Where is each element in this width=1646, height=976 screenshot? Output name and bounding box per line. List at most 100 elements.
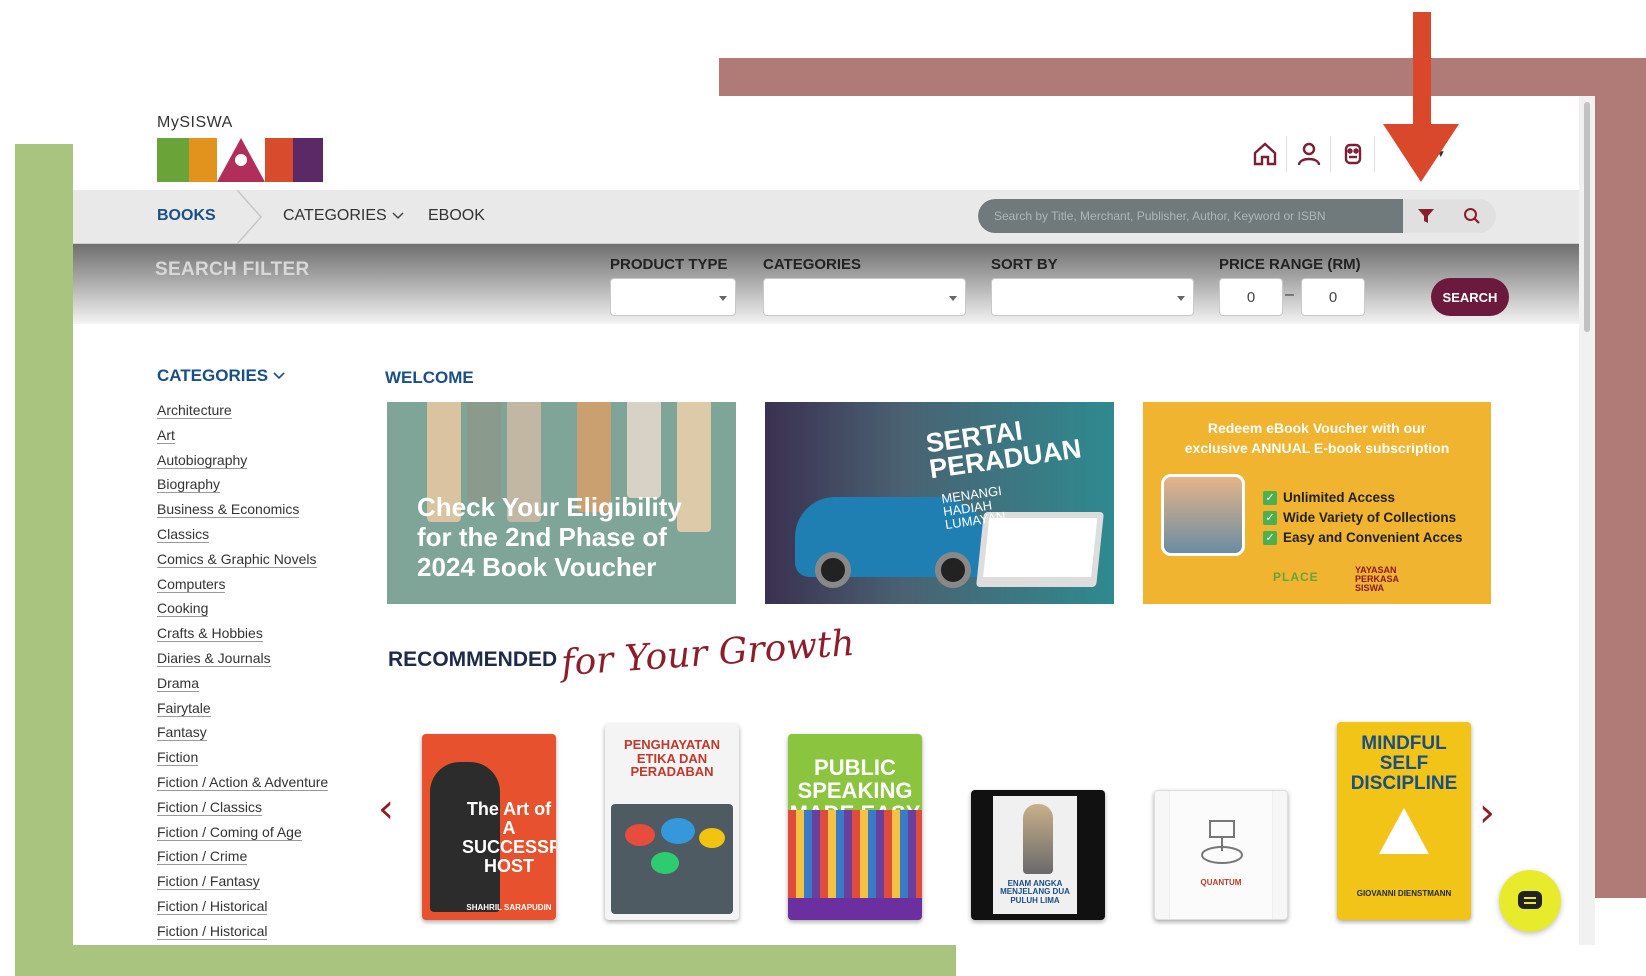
sidebar-item[interactable]: Fiction / Coming of Age: [157, 820, 357, 845]
cover-artwork: [1201, 820, 1243, 864]
nav-books[interactable]: BOOKS: [157, 207, 216, 225]
book-cover[interactable]: PENGHAYATAN ETIKA DAN PERADABAN: [605, 724, 739, 920]
reader-photo: [1161, 474, 1245, 556]
banner3-brand2c: SISWA: [1355, 583, 1385, 593]
filter-button[interactable]: [1403, 199, 1449, 233]
price-min-input[interactable]: 0: [1219, 278, 1283, 316]
book-title: MINDFUL SELF DISCIPLINE: [1350, 733, 1458, 794]
book-cover[interactable]: PUBLIC SPEAKING MADE EASY: [788, 734, 922, 920]
check-icon: ✓: [1263, 490, 1277, 505]
book-cover[interactable]: ENAM ANGKA MENJELANG DUA PULUH LIMA: [971, 790, 1105, 920]
feature-label: Unlimited Access: [1283, 490, 1396, 505]
banner3-heading: Redeem eBook Voucher with our exclusive …: [1143, 418, 1491, 458]
book-cover[interactable]: QUANTUM: [1154, 790, 1288, 920]
sidebar-item[interactable]: Comics & Graphic Novels: [157, 547, 357, 572]
sidebar-item[interactable]: Diaries & Journals: [157, 646, 357, 671]
sidebar-item[interactable]: Classics: [157, 522, 357, 547]
sidebar-item-label: Autobiography: [157, 451, 248, 469]
welcome-heading: WELCOME: [385, 368, 474, 387]
banner-peraduan[interactable]: SERTAI PERADUAN MENANGI HADIAH LUMAYAN: [765, 402, 1114, 604]
sort-by-select[interactable]: [991, 278, 1194, 316]
sidebar-item[interactable]: Architecture: [157, 398, 357, 423]
cover-triangle: [1379, 808, 1429, 854]
sidebar-item[interactable]: Drama: [157, 671, 357, 696]
sidebar-item[interactable]: Fairytale: [157, 696, 357, 721]
book-cover[interactable]: MINDFUL SELF DISCIPLINE GIOVANNI DIENSTM…: [1337, 722, 1471, 920]
banner-book-voucher[interactable]: Check Your Eligibility for the 2nd Phase…: [387, 402, 736, 604]
scrollbar-thumb[interactable]: [1584, 102, 1590, 332]
sidebar-item[interactable]: Fiction / Classics: [157, 795, 357, 820]
banner3-heading2: exclusive ANNUAL E-book subscription: [1184, 440, 1450, 456]
sidebar-heading-label: CATEGORIES: [157, 366, 269, 385]
sidebar-item[interactable]: Fiction / Historical: [157, 894, 357, 919]
book-title: ENAM ANGKA MENJELANG DUA PULUH LIMA: [1000, 879, 1070, 905]
logo-small-text: MySISWA: [157, 114, 233, 131]
sidebar-item[interactable]: Art: [157, 423, 357, 448]
banner2-title: SERTAI PERADUAN: [924, 410, 1083, 484]
chat-button[interactable]: [1499, 870, 1561, 932]
sidebar-item[interactable]: Autobiography: [157, 448, 357, 473]
sidebar-item-label: Fiction / Fantasy: [157, 873, 260, 891]
banner1-text: Check Your Eligibility for the 2nd Phase…: [417, 492, 717, 582]
user-icon[interactable]: [1287, 136, 1331, 172]
sidebar-item-label: Biography: [157, 476, 221, 494]
book-author: SHAHRIL SARAPUDIN: [466, 903, 552, 912]
chevron-down-icon: [392, 212, 404, 220]
home-icon[interactable]: [1243, 136, 1287, 172]
sidebar-item[interactable]: Fiction / Historical: [157, 919, 357, 944]
nav-categories-label: CATEGORIES: [283, 207, 387, 224]
sidebar-item-label: Business & Economics: [157, 501, 300, 519]
sidebar-item[interactable]: Crafts & Hobbies: [157, 621, 357, 646]
sidebar-item[interactable]: Business & Economics: [157, 497, 357, 522]
book-cover[interactable]: The Art of A SUCCESSFUL HOST SHAHRIL SAR…: [422, 734, 556, 920]
main-nav-bar: BOOKS CATEGORIES EBOOK: [73, 190, 1579, 244]
banner-ebook-subscription[interactable]: Redeem eBook Voucher with our exclusive …: [1143, 402, 1491, 604]
book-author: GIOVANNI DIENSTMANN: [1356, 889, 1452, 898]
feature-item: ✓ Wide Variety of Collections: [1263, 510, 1456, 525]
carousel-next-button[interactable]: ›: [1479, 790, 1495, 836]
caret-down-icon: [1177, 296, 1185, 301]
nav-ebook[interactable]: EBOOK: [428, 207, 485, 225]
categories-select[interactable]: [763, 278, 966, 316]
search-input[interactable]: [978, 199, 1403, 233]
cart-icon[interactable]: [1331, 136, 1375, 172]
product-type-label: PRODUCT TYPE: [610, 256, 728, 273]
price-max-input[interactable]: 0: [1301, 278, 1365, 316]
sidebar-item[interactable]: Fiction / Action & Adventure: [157, 770, 357, 795]
sidebar-item[interactable]: Biography: [157, 472, 357, 497]
sidebar-item-label: Fairytale: [157, 699, 211, 717]
sidebar-item[interactable]: Cooking: [157, 596, 357, 621]
sidebar-item-label: Fiction / Historical: [157, 922, 268, 940]
sidebar-heading[interactable]: CATEGORIES: [157, 366, 357, 386]
sidebar-item[interactable]: Fantasy: [157, 720, 357, 745]
sidebar-item-label: Fiction: [157, 749, 199, 767]
book-illustration: [627, 402, 661, 498]
filter-search-button[interactable]: SEARCH: [1431, 278, 1509, 316]
site-logo[interactable]: MySISWA: [157, 114, 323, 182]
page-scrollbar[interactable]: [1579, 96, 1595, 945]
search-button[interactable]: [1449, 199, 1495, 233]
sidebar-item[interactable]: Fiction / Crime: [157, 844, 357, 869]
check-icon: ✓: [1263, 510, 1277, 525]
sidebar-item[interactable]: Fiction: [157, 745, 357, 770]
banner1-line2: for the 2nd Phase of: [417, 522, 667, 552]
product-type-select[interactable]: [610, 278, 736, 316]
check-icon: ✓: [1263, 530, 1277, 545]
sidebar-item-label: Architecture: [157, 402, 232, 419]
caret-down-icon: [949, 296, 957, 301]
banner2-subtitle: MENANGI HADIAH LUMAYAN: [940, 483, 1006, 532]
feature-label: Wide Variety of Collections: [1283, 510, 1457, 525]
nav-categories[interactable]: CATEGORIES: [283, 207, 405, 225]
carousel-prev-button[interactable]: ‹: [378, 786, 394, 832]
feature-item: ✓ Unlimited Access: [1263, 490, 1395, 505]
caret-down-icon: [719, 296, 727, 301]
sidebar-item-label: Classics: [157, 525, 210, 543]
sidebar-item-label: Computers: [157, 575, 226, 593]
chevron-down-icon: [273, 372, 285, 380]
browser-page: MySISWA ▼ BOOKS CATEGORIES EBOOK Search …: [73, 96, 1595, 945]
recommended-script: for Your Growth: [560, 622, 857, 685]
car-wheel: [935, 552, 971, 588]
screenshot-stage: MySISWA ▼ BOOKS CATEGORIES EBOOK Search …: [0, 0, 1646, 976]
sidebar-item[interactable]: Fiction / Fantasy: [157, 869, 357, 894]
sidebar-item[interactable]: Computers: [157, 572, 357, 597]
